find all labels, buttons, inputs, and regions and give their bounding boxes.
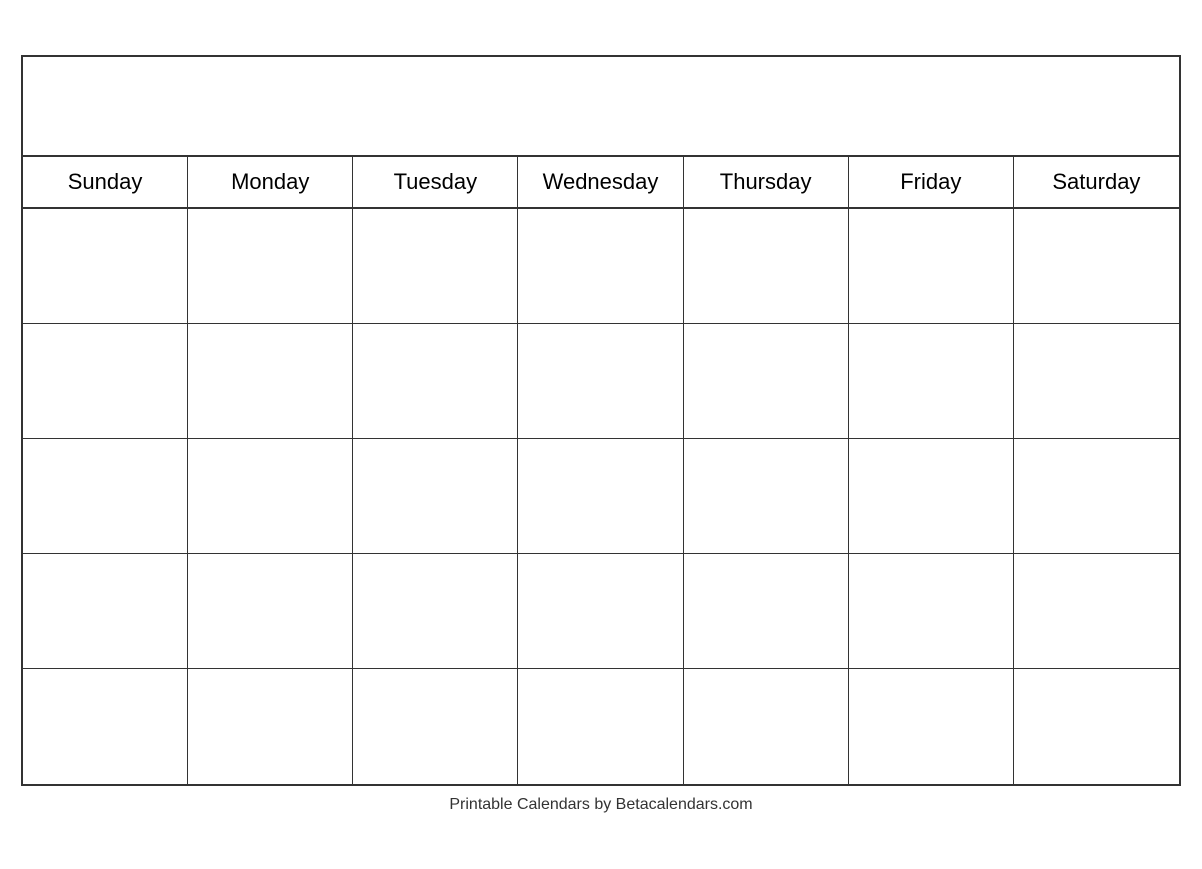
calendar-row-5 <box>23 669 1179 784</box>
cell-5-4[interactable] <box>518 669 683 784</box>
cell-5-2[interactable] <box>188 669 353 784</box>
day-headers-row: Sunday Monday Tuesday Wednesday Thursday… <box>23 157 1179 209</box>
cell-3-4[interactable] <box>518 439 683 553</box>
cell-5-3[interactable] <box>353 669 518 784</box>
header-thursday: Thursday <box>684 157 849 207</box>
cell-1-5[interactable] <box>684 209 849 323</box>
calendar-row-2 <box>23 324 1179 439</box>
cell-4-4[interactable] <box>518 554 683 668</box>
header-tuesday: Tuesday <box>353 157 518 207</box>
cell-2-7[interactable] <box>1014 324 1179 438</box>
cell-4-1[interactable] <box>23 554 188 668</box>
cell-1-1[interactable] <box>23 209 188 323</box>
cell-1-2[interactable] <box>188 209 353 323</box>
cell-5-7[interactable] <box>1014 669 1179 784</box>
cell-5-5[interactable] <box>684 669 849 784</box>
cell-2-2[interactable] <box>188 324 353 438</box>
cell-3-7[interactable] <box>1014 439 1179 553</box>
cell-5-6[interactable] <box>849 669 1014 784</box>
cell-4-5[interactable] <box>684 554 849 668</box>
header-friday: Friday <box>849 157 1014 207</box>
cell-1-7[interactable] <box>1014 209 1179 323</box>
header-wednesday: Wednesday <box>518 157 683 207</box>
cell-3-3[interactable] <box>353 439 518 553</box>
cell-2-4[interactable] <box>518 324 683 438</box>
header-monday: Monday <box>188 157 353 207</box>
calendar-row-1 <box>23 209 1179 324</box>
calendar-rows <box>23 209 1179 784</box>
calendar-container: Sunday Monday Tuesday Wednesday Thursday… <box>21 55 1181 786</box>
calendar-row-4 <box>23 554 1179 669</box>
cell-3-6[interactable] <box>849 439 1014 553</box>
header-saturday: Saturday <box>1014 157 1179 207</box>
calendar-grid: Sunday Monday Tuesday Wednesday Thursday… <box>23 157 1179 784</box>
calendar-wrapper: Sunday Monday Tuesday Wednesday Thursday… <box>21 55 1181 814</box>
header-sunday: Sunday <box>23 157 188 207</box>
cell-3-1[interactable] <box>23 439 188 553</box>
cell-1-6[interactable] <box>849 209 1014 323</box>
cell-2-6[interactable] <box>849 324 1014 438</box>
cell-2-3[interactable] <box>353 324 518 438</box>
cell-5-1[interactable] <box>23 669 188 784</box>
cell-2-1[interactable] <box>23 324 188 438</box>
calendar-footer: Printable Calendars by Betacalendars.com <box>449 796 752 814</box>
cell-3-5[interactable] <box>684 439 849 553</box>
cell-4-3[interactable] <box>353 554 518 668</box>
cell-2-5[interactable] <box>684 324 849 438</box>
calendar-title-row <box>23 57 1179 157</box>
cell-4-7[interactable] <box>1014 554 1179 668</box>
calendar-row-3 <box>23 439 1179 554</box>
cell-1-4[interactable] <box>518 209 683 323</box>
cell-3-2[interactable] <box>188 439 353 553</box>
cell-4-6[interactable] <box>849 554 1014 668</box>
cell-4-2[interactable] <box>188 554 353 668</box>
cell-1-3[interactable] <box>353 209 518 323</box>
